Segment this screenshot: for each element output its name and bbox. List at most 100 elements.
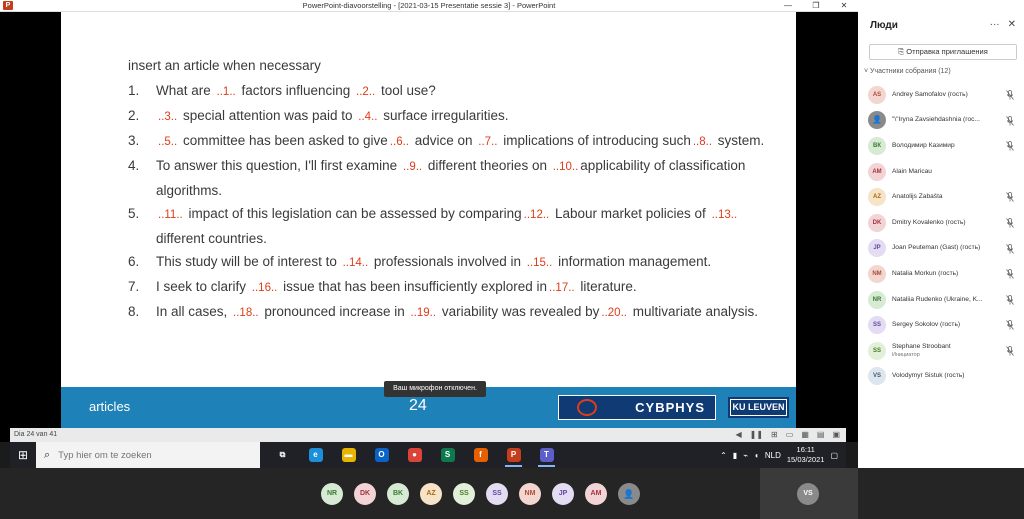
slide[interactable]: insert an article when necessary 1. What … [61,12,796,428]
item-text-segment: system. [714,133,765,148]
blank-gap: ..4.. [358,111,378,123]
panel-actions: ··· ✕ [990,19,1016,30]
item-text: ..11.. impact of this legislation can be… [156,202,768,250]
mic-off-icon [1006,320,1014,331]
blank-gap: ..8.. [692,136,713,148]
reading-view-icon[interactable]: ▤ [817,430,825,440]
chevron-up-icon[interactable]: ⌃ [720,451,727,460]
more-options-icon[interactable]: ··· [990,19,1000,30]
participant-name: Nataliia Rudenko (Ukraine, K... [892,295,983,303]
language-indicator[interactable]: NLD [765,451,781,460]
item-text-segment: advice on [411,133,477,148]
self-video-tile[interactable]: VS [760,468,858,519]
meeting-avatar[interactable]: AM [585,483,607,505]
item-text: In all cases, ..18.. pronounced increase… [156,300,768,325]
participant-row[interactable]: NM Natalia Morkun (гость) [858,261,1024,287]
participant-row[interactable]: AS Andrey Samofalov (гость) [858,82,1024,108]
mic-off-icon [1006,90,1014,100]
participant-row[interactable]: AZ Anatolijs Zabašta [858,184,1024,210]
notifications-icon[interactable]: ▢ [830,451,838,460]
participant-avatar: NR [868,290,886,309]
meeting-avatar[interactable]: JP [552,483,574,505]
taskbar-app-task-view[interactable]: ⧉ [266,442,299,468]
participant-row[interactable]: NR Nataliia Rudenko (Ukraine, K... [858,287,1024,313]
prev-slide-icon[interactable]: ◀ [735,430,741,440]
participant-info: Nataliia Rudenko (Ukraine, K... [892,296,996,304]
participant-row[interactable]: SS Sergey Sokolov (гость) [858,312,1024,338]
participant-name: Joan Peuteman (Gast) (гость) [892,244,981,252]
item-text-segment: committee has been asked to give [179,133,388,148]
exercise-item: 7. I seek to clarify ..16.. issue that ha… [128,275,768,300]
participant-row[interactable]: AM Alain Maricau [858,159,1024,185]
window-controls: — ❐ ✕ [774,0,858,12]
start-button[interactable]: ⊞ [10,442,36,468]
windows-icon: ⊞ [17,448,29,462]
taskbar-app-powerpoint[interactable]: P [497,442,530,468]
mic-off-icon [1006,115,1014,126]
exercise-item: 6. This study will be of interest to ..14… [128,250,768,275]
slideshow-icon[interactable]: ▣ [832,430,840,440]
mic-off-icon [1006,192,1014,203]
blank-gap: ..15.. [526,257,553,269]
taskbar-app-teams[interactable]: T [530,442,563,468]
close-panel-icon[interactable]: ✕ [1008,19,1016,30]
meeting-avatar[interactable]: SS [453,483,475,505]
status-icons: ◀ ❚❚ ⊞ ▭ ▦ ▤ ▣ [735,430,840,440]
meeting-avatar-bar: NR DK BK AZ SS SS NM JP AM 👤 VS [0,468,1024,519]
blank-gap: ..11.. [158,209,183,221]
meeting-avatar[interactable]: NR [321,483,343,505]
participant-avatar: AZ [868,188,886,207]
search-input[interactable] [58,449,239,461]
meeting-avatar[interactable]: BK [387,483,409,505]
close-button[interactable]: ✕ [830,0,858,12]
item-text-segment: multivariate analysis. [628,304,759,319]
participant-info: Володимир Казимир [892,142,996,150]
meeting-avatar[interactable]: AZ [420,483,442,505]
slide-sorter-icon[interactable]: ⊞ [771,430,778,440]
volume-icon[interactable]: ◖ [754,451,759,460]
blank-gap: ..1.. [216,86,236,98]
mic-off-icon [1006,269,1014,279]
clock[interactable]: 16:11 15/03/2021 [787,445,825,465]
blank-gap: ..2.. [356,86,376,98]
taskbar-search[interactable]: ⌕ [36,442,260,468]
grid-view-icon[interactable]: ▦ [801,430,809,440]
blank-gap: ..14.. [342,257,369,269]
invite-button[interactable]: ⎘ Отправка приглашения [869,44,1017,60]
participant-row[interactable]: ВК Володимир Казимир [858,133,1024,159]
mic-off-icon [1006,243,1014,254]
normal-view-icon[interactable]: ▭ [786,430,794,440]
item-number: 4. [128,158,140,173]
item-number: 2. [128,108,140,123]
taskbar-app-firefox[interactable]: f [464,442,497,468]
exercise-list: 1. What are ..1.. factors influencing ..2… [128,79,768,325]
restore-button[interactable]: ❐ [802,0,830,12]
participant-row[interactable]: JP Joan Peuteman (Gast) (гость) [858,236,1024,262]
meeting-avatar[interactable]: DK [354,483,376,505]
battery-icon[interactable]: ▮ [733,451,737,460]
minimize-button[interactable]: — [774,0,802,12]
taskbar-app-outlook[interactable]: O [365,442,398,468]
participant-name: Anatolijs Zabašta [892,193,943,201]
participant-row[interactable]: DK Dmitry Kovalenko (гость) [858,210,1024,236]
item-text: ..5.. committee has been asked to give..… [156,129,768,154]
participant-row[interactable]: VS Volodymyr Sistuk (гость) [858,364,1024,390]
meeting-avatar[interactable]: SS [486,483,508,505]
taskbar-app-skype-business[interactable]: S [431,442,464,468]
participant-row[interactable]: 👤 "\"Iryna Zavsiehdashnia (гос... [858,108,1024,134]
taskbar-app-chrome[interactable]: ● [398,442,431,468]
participants-section-header[interactable]: ˅ Участники собрания (12) [864,68,951,75]
pause-icon[interactable]: ❚❚ [750,430,763,440]
item-text-segment: variability was revealed by [438,304,600,319]
participant-row[interactable]: SS Stephane Stroobant Инициатор [858,338,1024,364]
person-icon[interactable]: 👤 [618,483,640,505]
taskbar-app-file-explorer[interactable]: ▬ [332,442,365,468]
network-icon[interactable]: ⌁ [743,451,748,460]
blank-gap: ..9.. [402,161,423,173]
blank-gap: ..20.. [601,307,627,319]
search-icon: ⌕ [44,448,51,461]
participant-name: Володимир Казимир [892,141,955,149]
taskbar-app-edge[interactable]: e [299,442,332,468]
item-text-segment: special attention was paid to [179,108,357,123]
meeting-avatar[interactable]: NM [519,483,541,505]
